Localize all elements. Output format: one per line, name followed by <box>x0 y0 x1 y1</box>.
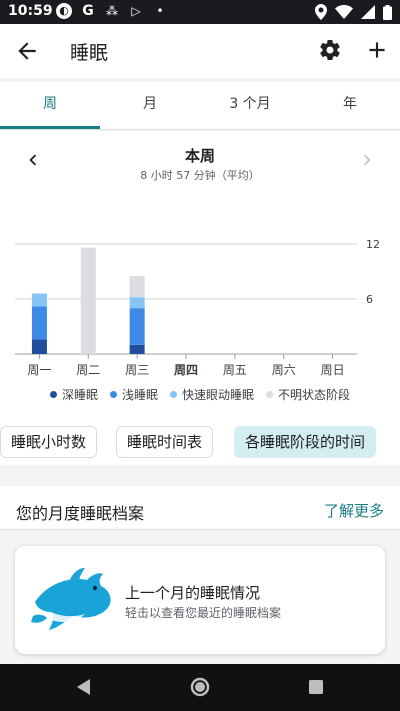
x-tick-label: 周一 <box>27 363 51 377</box>
period-tabs: 周 月 3 个月 年 <box>0 82 400 130</box>
y-tick-label: 6 <box>366 293 373 306</box>
dolphin-icon <box>31 568 111 630</box>
sleep-stage-chart: 6 12 周一 周二 周三 周四 周五 周六 周日 <box>15 238 380 377</box>
tab-3-months[interactable]: 3 个月 <box>200 82 300 128</box>
card-title: 上一个月的睡眠情况 <box>125 584 261 602</box>
monthly-profile-title: 您的月度睡眠档案 <box>16 504 145 523</box>
x-tick-label: 周二 <box>76 363 100 377</box>
status-left-icons: ◐ G ⁂ ▷ • <box>56 3 168 19</box>
tab-indicator <box>0 126 100 129</box>
plus-icon[interactable] <box>364 37 390 63</box>
notification-circle-icon: ◐ <box>56 3 72 19</box>
legend-item: 快速眼动睡眠 <box>170 386 254 403</box>
app-bar: 睡眠 <box>0 24 400 78</box>
home-circle-icon[interactable] <box>189 676 211 698</box>
chip-sleep-schedule[interactable]: 睡眠时间表 <box>116 426 214 458</box>
connection-icon: ⁂ <box>106 4 118 18</box>
legend-label: 不明状态阶段 <box>278 387 351 402</box>
status-time: 10:59 <box>8 3 53 19</box>
battery-icon <box>383 4 392 20</box>
back-triangle-icon[interactable] <box>73 676 95 698</box>
legend-dot <box>170 390 177 398</box>
bar-深睡眠[interactable] <box>129 344 145 354</box>
bar-快速眼动睡眠[interactable] <box>31 293 47 307</box>
legend-item: 浅睡眠 <box>109 386 158 403</box>
arrow-left-icon[interactable] <box>14 38 40 64</box>
chart-legend: 深睡眠 浅睡眠 快速眼动睡眠 不明状态阶段 <box>0 383 400 405</box>
legend-dot <box>109 390 117 398</box>
tab-year[interactable]: 年 <box>300 82 400 128</box>
status-right-icons <box>315 4 392 20</box>
chip-sleep-stages[interactable]: 各睡眠阶段的时间 <box>234 426 377 458</box>
bar-浅睡眠[interactable] <box>31 306 47 340</box>
legend-label: 快速眼动睡眠 <box>182 387 255 402</box>
dot-icon: • <box>156 4 164 18</box>
legend-label: 浅睡眠 <box>121 387 158 402</box>
tab-month[interactable]: 月 <box>100 82 200 128</box>
page-title: 睡眠 <box>70 42 109 64</box>
legend-item: 不明状态阶段 <box>266 386 350 403</box>
learn-more-link[interactable]: 了解更多 <box>324 500 384 521</box>
x-tick-label: 周日 <box>321 363 345 377</box>
signal-icon <box>361 5 375 19</box>
x-tick-label: 周四 <box>174 363 198 377</box>
legend-item: 深睡眠 <box>49 386 98 403</box>
legend-label: 深睡眠 <box>61 387 98 402</box>
x-tick-label: 周六 <box>272 363 296 377</box>
google-icon: G <box>82 3 94 19</box>
bar-深睡眠[interactable] <box>31 339 47 354</box>
y-tick-label: 12 <box>366 238 380 251</box>
bar-不明状态阶段[interactable] <box>80 247 96 354</box>
gear-icon[interactable] <box>318 38 342 62</box>
chip-sleep-hours[interactable]: 睡眠小时数 <box>0 426 98 458</box>
chart-card: 本周 8 小时 57 分钟（平均） 6 12 周一 周二 周三 周四 周五 周六 周日 深睡眠浅… <box>0 131 400 465</box>
legend-dot <box>49 390 57 398</box>
x-tick-label: 周五 <box>223 363 247 377</box>
bar-浅睡眠[interactable] <box>129 308 145 345</box>
tab-week[interactable]: 周 <box>0 82 100 128</box>
bar-快速眼动睡眠[interactable] <box>129 297 145 309</box>
status-bar: 10:59 ◐ G ⁂ ▷ • <box>0 0 400 24</box>
monthly-profile-header: 您的月度睡眠档案 了解更多 <box>0 486 400 530</box>
location-icon <box>315 4 327 20</box>
last-month-sleep-card[interactable]: 上一个月的睡眠情况 轻击以查看您最近的睡眠档案 <box>15 546 385 654</box>
recents-square-icon[interactable] <box>305 676 327 698</box>
monthly-profile-area: 上一个月的睡眠情况 轻击以查看您最近的睡眠档案 <box>0 531 400 664</box>
x-tick-label: 周三 <box>125 363 149 377</box>
card-subtitle: 轻击以查看您最近的睡眠档案 <box>125 606 282 620</box>
system-nav-bar <box>0 664 400 711</box>
play-store-icon: ▷ <box>131 4 141 18</box>
legend-dot <box>266 390 274 398</box>
chart-mode-chips: 睡眠小时数 睡眠时间表 各睡眠阶段的时间 <box>0 426 400 460</box>
bar-不明状态阶段[interactable] <box>129 276 145 298</box>
wifi-icon <box>335 5 353 19</box>
